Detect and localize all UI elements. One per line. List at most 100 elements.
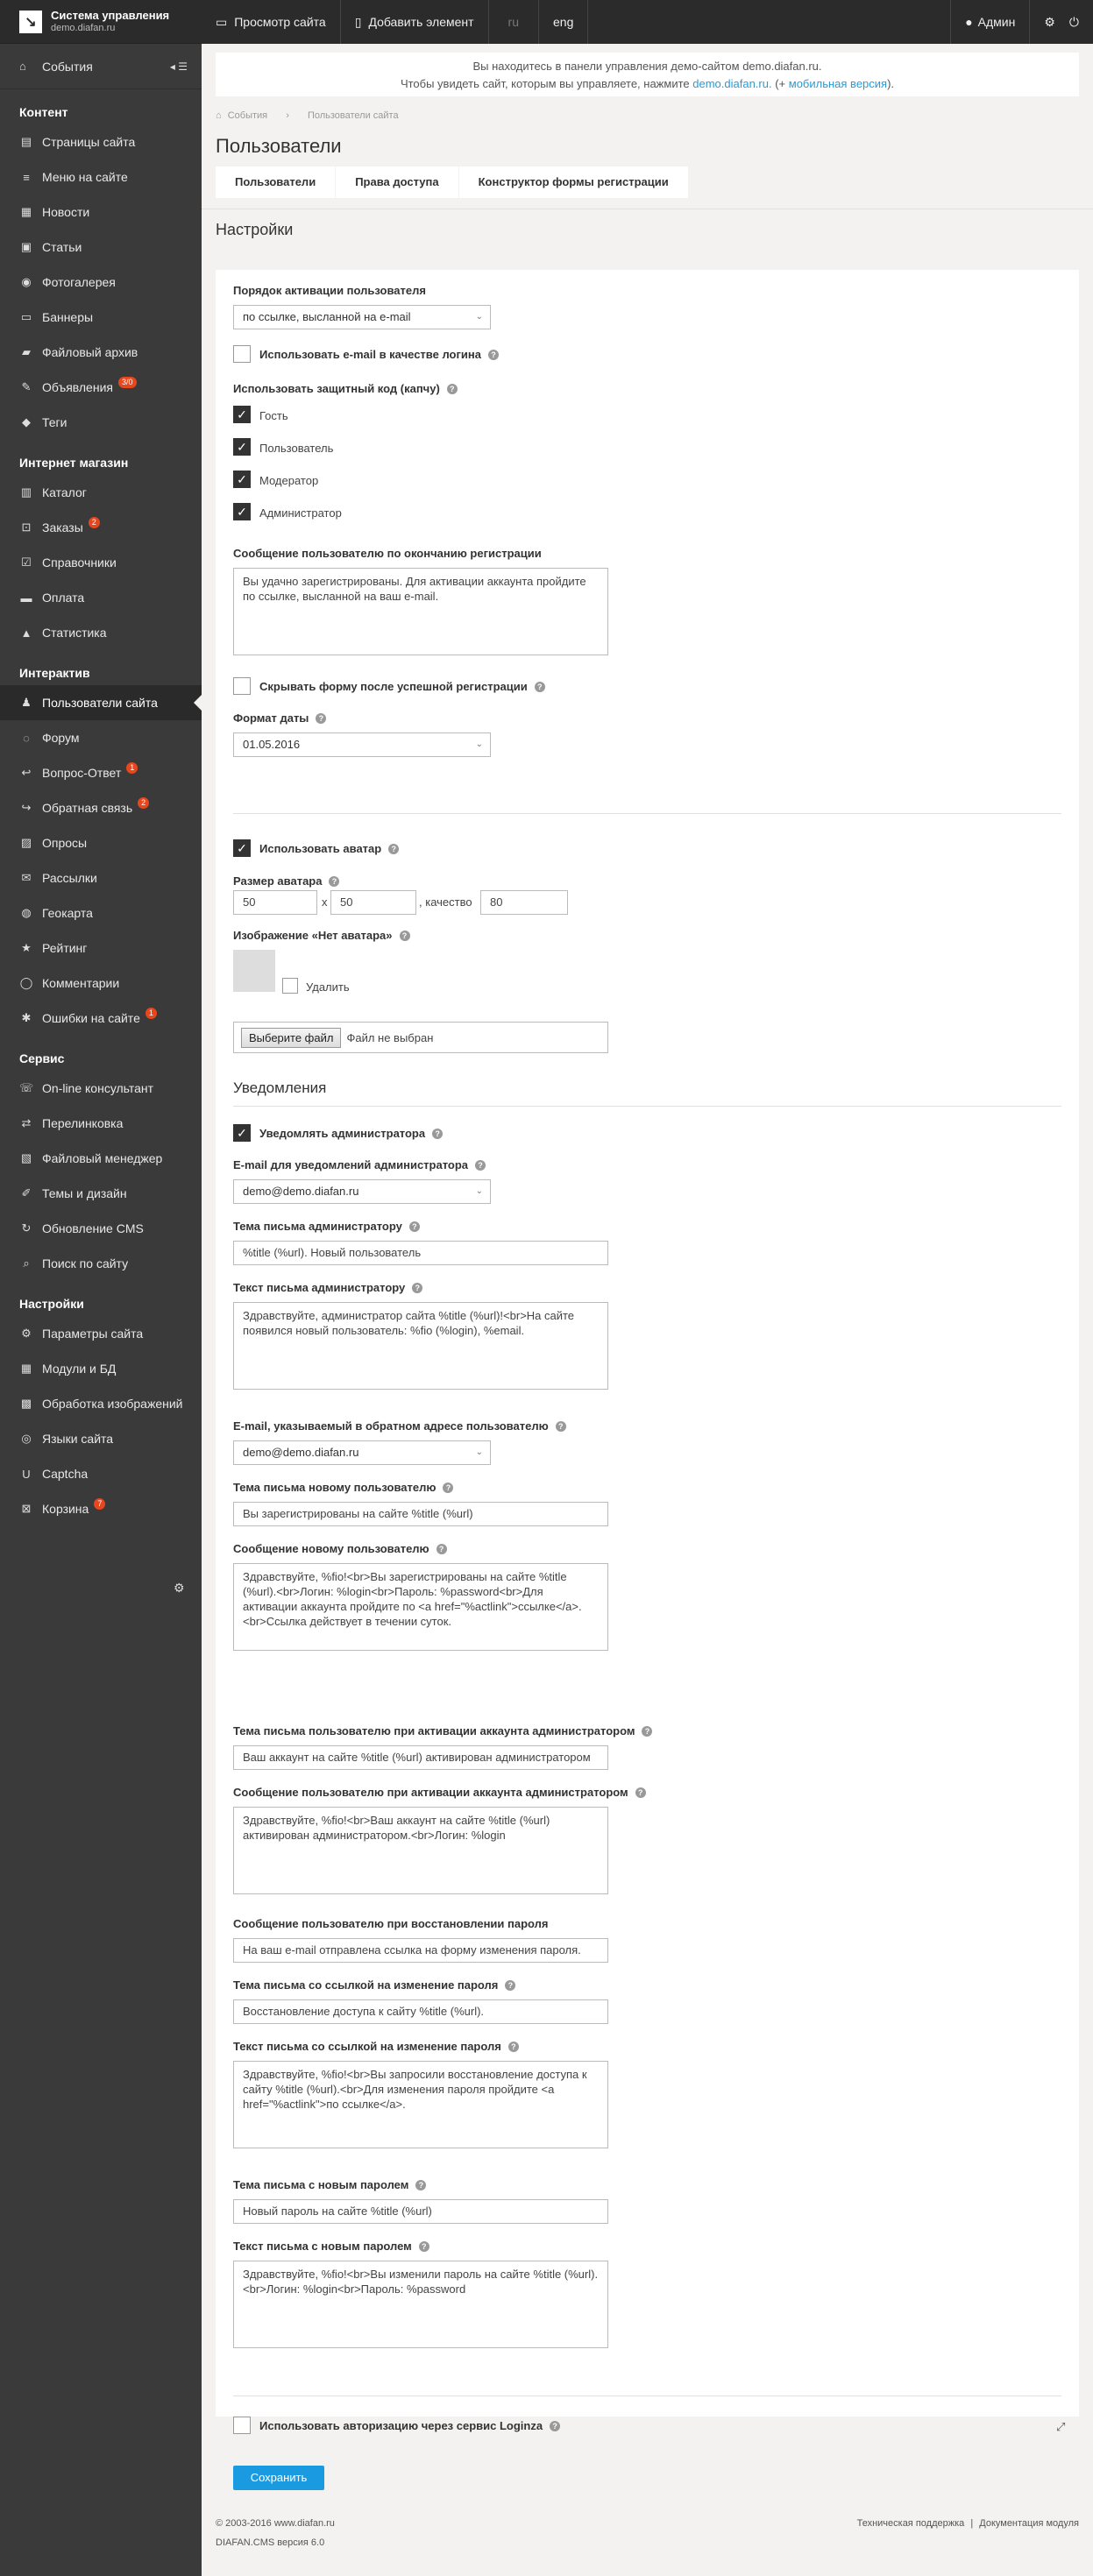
sidebar-item[interactable]: ✐ Темы и дизайн: [0, 1176, 202, 1211]
captcha-user-checkbox[interactable]: ✓: [233, 438, 251, 456]
sidebar-item[interactable]: ▭ Баннеры: [0, 300, 202, 335]
link-text-textarea[interactable]: Здравствуйте, %fio!<br>Вы запросили восс…: [233, 2061, 608, 2148]
brand[interactable]: ↘ Система управления demo.diafan.ru: [0, 0, 202, 44]
sidebar-item[interactable]: ▬ Оплата: [0, 580, 202, 615]
help-icon[interactable]: ?: [399, 931, 410, 941]
act-msg-textarea[interactable]: Здравствуйте, %fio!<br>Ваш аккаунт на са…: [233, 1807, 608, 1894]
collapse-menu-icon[interactable]: ◂ ☰: [170, 60, 188, 73]
sidebar-item[interactable]: ★ Рейтинг: [0, 931, 202, 966]
sidebar-item[interactable]: ≡ Меню на сайте: [0, 159, 202, 195]
help-icon[interactable]: ?: [443, 1483, 454, 1493]
captcha-moderator-checkbox[interactable]: ✓: [233, 471, 251, 488]
help-icon[interactable]: ?: [316, 713, 327, 724]
activation-select[interactable]: по ссылке, высланной на e-mail ⌄: [233, 305, 491, 329]
sidebar-item[interactable]: ◍ Геокарта: [0, 895, 202, 931]
help-icon[interactable]: ?: [534, 682, 545, 692]
sidebar-item[interactable]: ▧ Файловый менеджер: [0, 1141, 202, 1176]
support-link[interactable]: Техническая поддержка: [857, 2518, 965, 2529]
restore-msg-input[interactable]: На ваш e-mail отправлена ссылка на форму…: [233, 1938, 608, 1963]
help-icon[interactable]: ?: [446, 384, 458, 394]
new-user-subject-input[interactable]: Вы зарегистрированы на сайте %title (%ur…: [233, 1502, 608, 1526]
help-icon[interactable]: ?: [418, 2241, 429, 2252]
docs-link[interactable]: Документация модуля: [979, 2518, 1079, 2529]
choose-file-button[interactable]: Выберите файл: [241, 1027, 342, 1048]
avatar-quality-input[interactable]: 80: [480, 890, 568, 915]
sidebar-item[interactable]: ◉ Фотогалерея: [0, 265, 202, 300]
loginza-checkbox[interactable]: [233, 2417, 251, 2434]
date-format-select[interactable]: 01.05.2016 ⌄: [233, 732, 491, 757]
lang-en[interactable]: eng: [539, 0, 589, 44]
hide-form-checkbox[interactable]: [233, 677, 251, 695]
reg-msg-textarea[interactable]: Вы удачно зарегистрированы. Для активаци…: [233, 568, 608, 655]
help-icon[interactable]: ?: [408, 1221, 420, 1232]
sidebar-item[interactable]: ▥ Каталог: [0, 475, 202, 510]
mobile-version-link[interactable]: мобильная версия: [789, 77, 887, 90]
captcha-admin-checkbox[interactable]: ✓: [233, 503, 251, 520]
help-icon[interactable]: ?: [642, 1726, 653, 1737]
sidebar-item[interactable]: ↻ Обновление CMS: [0, 1211, 202, 1246]
captcha-guest-checkbox[interactable]: ✓: [233, 406, 251, 423]
help-icon[interactable]: ?: [550, 2421, 561, 2431]
settings-icon[interactable]: ⚙: [1030, 0, 1062, 44]
help-icon[interactable]: ?: [505, 1980, 516, 1991]
site-link[interactable]: demo.diafan.ru.: [692, 77, 771, 90]
sidebar-item[interactable]: ◌ Форум: [0, 720, 202, 755]
sidebar-item[interactable]: ⚙ Параметры сайта: [0, 1316, 202, 1351]
sidebar-item[interactable]: ♟ Пользователи сайта: [0, 685, 202, 720]
help-icon[interactable]: ?: [635, 1787, 646, 1798]
help-icon[interactable]: ?: [329, 876, 340, 887]
reply-email-select[interactable]: demo@demo.diafan.ru ⌄: [233, 1440, 491, 1465]
help-icon[interactable]: ?: [507, 2042, 519, 2052]
add-element-button[interactable]: ▯ Добавить элемент: [341, 0, 489, 44]
notify-admin-checkbox[interactable]: ✓: [233, 1124, 251, 1142]
admin-menu[interactable]: ● Админ: [950, 0, 1031, 44]
use-avatar-checkbox[interactable]: ✓: [233, 839, 251, 857]
logout-icon[interactable]: ⏻: [1062, 0, 1093, 44]
help-icon[interactable]: ?: [432, 1129, 444, 1139]
help-icon[interactable]: ?: [475, 1160, 486, 1171]
sidebar-item[interactable]: ▣ Статьи: [0, 230, 202, 265]
save-button[interactable]: Сохранить: [233, 2466, 324, 2490]
sidebar-item[interactable]: ▩ Обработка изображений: [0, 1386, 202, 1421]
sidebar-item[interactable]: ☑ Справочники: [0, 545, 202, 580]
tab-permissions[interactable]: Права доступа: [336, 166, 458, 198]
sidebar-item[interactable]: ↩ Вопрос-Ответ 1: [0, 755, 202, 790]
sidebar-item[interactable]: ◯ Комментарии: [0, 966, 202, 1001]
sidebar-item[interactable]: ⊡ Заказы 2: [0, 510, 202, 545]
newpass-text-textarea[interactable]: Здравствуйте, %fio!<br>Вы изменили парол…: [233, 2261, 608, 2348]
expand-icon[interactable]: ⤢: [1056, 2420, 1065, 2434]
help-icon[interactable]: ?: [555, 1421, 566, 1432]
tab-users[interactable]: Пользователи: [216, 166, 336, 198]
help-icon[interactable]: ?: [415, 2180, 427, 2190]
sidebar-item[interactable]: ◆ Теги: [0, 405, 202, 440]
sidebar-item[interactable]: ✉ Рассылки: [0, 860, 202, 895]
avatar-file-input[interactable]: Выберите файл Файл не выбран: [233, 1022, 608, 1053]
delete-avatar-checkbox[interactable]: [282, 978, 298, 994]
sidebar-item[interactable]: ⌕ Поиск по сайту: [0, 1246, 202, 1281]
tab-registration-form[interactable]: Конструктор формы регистрации: [458, 166, 688, 198]
sidebar-item[interactable]: ⇄ Перелинковка: [0, 1106, 202, 1141]
sidebar-item[interactable]: ▲ Статистика: [0, 615, 202, 650]
settings-gear-icon[interactable]: ⚙: [174, 1581, 185, 1596]
breadcrumb-home[interactable]: События: [228, 110, 267, 121]
sidebar-item[interactable]: ▰ Файловый архив: [0, 335, 202, 370]
view-site-button[interactable]: ▭ Просмотр сайта: [202, 0, 341, 44]
sidebar-item[interactable]: ▦ Модули и БД: [0, 1351, 202, 1386]
help-icon[interactable]: ?: [487, 350, 499, 360]
help-icon[interactable]: ?: [388, 844, 400, 854]
help-icon[interactable]: ?: [436, 1544, 447, 1554]
sidebar-item[interactable]: ↪ Обратная связь 2: [0, 790, 202, 825]
sidebar-item[interactable]: ✎ Объявления 3/0: [0, 370, 202, 405]
sidebar-item[interactable]: ▦ Новости: [0, 195, 202, 230]
avatar-height-input[interactable]: 50: [330, 890, 416, 915]
sidebar-item[interactable]: ☏ On-line консультант: [0, 1071, 202, 1106]
admin-subject-input[interactable]: %title (%url). Новый пользователь: [233, 1241, 608, 1265]
sidebar-item[interactable]: ✱ Ошибки на сайте 1: [0, 1001, 202, 1036]
link-subject-input[interactable]: Восстановление доступа к сайту %title (%…: [233, 1999, 608, 2024]
sidebar-item[interactable]: ▨ Опросы: [0, 825, 202, 860]
admin-email-select[interactable]: demo@demo.diafan.ru ⌄: [233, 1179, 491, 1204]
sidebar-item[interactable]: ▤ Страницы сайта: [0, 124, 202, 159]
sidebar-item-events[interactable]: ⌂ События ◂ ☰: [0, 44, 202, 89]
email-login-checkbox[interactable]: [233, 345, 251, 363]
lang-ru[interactable]: ru: [489, 0, 539, 44]
